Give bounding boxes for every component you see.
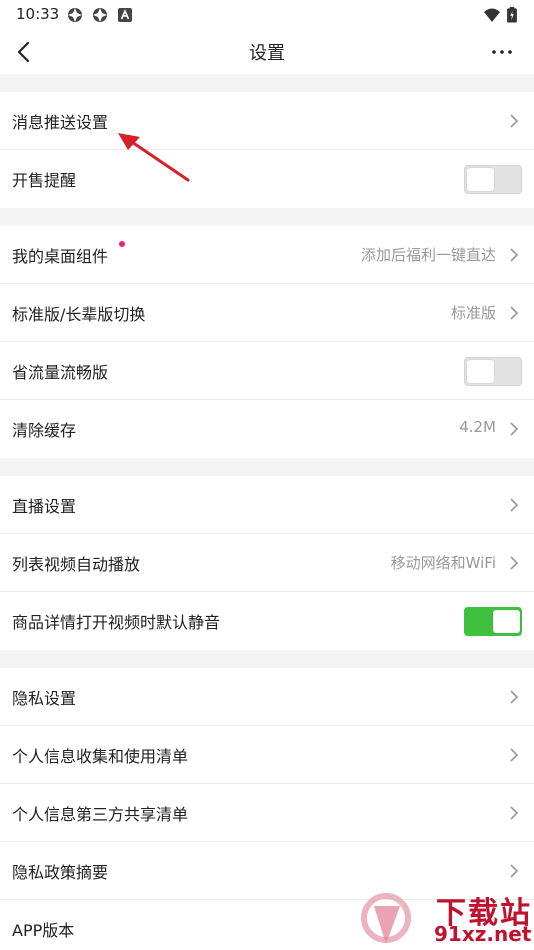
notification-icon	[93, 8, 107, 22]
push-settings-label: 消息推送设置	[12, 113, 109, 132]
mute-video-toggle[interactable]	[464, 607, 522, 636]
more-icon[interactable]	[488, 40, 516, 64]
sale-reminder-label: 开售提醒	[12, 171, 77, 190]
battery-icon	[507, 7, 517, 23]
mute-video-label: 商品详情打开视频时默认静音	[12, 613, 221, 632]
third-party-row[interactable]: 个人信息第三方共享清单	[0, 784, 534, 842]
status-bar: 10:33	[0, 0, 534, 30]
chevron-right-icon	[510, 864, 519, 878]
clear-cache-value: 4.2M	[459, 418, 496, 436]
chevron-right-icon	[510, 498, 519, 512]
desktop-widget-label: 我的桌面组件	[12, 247, 109, 266]
chevron-right-icon	[510, 806, 519, 820]
sale-reminder-row: 开售提醒	[0, 150, 534, 208]
clear-cache-label: 清除缓存	[12, 421, 77, 440]
version-switch-value: 标准版	[450, 304, 496, 322]
privacy-settings-row[interactable]: 隐私设置	[0, 668, 534, 726]
watermark-site: 91xz.net	[434, 922, 532, 946]
chevron-right-icon	[510, 248, 519, 262]
third-party-label: 个人信息第三方共享清单	[12, 805, 189, 824]
autoplay-value: 移动网络和WiFi	[390, 554, 496, 572]
chevron-right-icon	[510, 306, 519, 320]
version-switch-row[interactable]: 标准版/长辈版切换 标准版	[0, 284, 534, 342]
status-time: 10:33	[16, 5, 60, 23]
autoplay-label: 列表视频自动播放	[12, 555, 141, 574]
mute-video-row: 商品详情打开视频时默认静音	[0, 592, 534, 650]
app-notification-icon	[118, 8, 132, 22]
personal-info-row[interactable]: 个人信息收集和使用清单	[0, 726, 534, 784]
chevron-right-icon	[510, 556, 519, 570]
chevron-right-icon	[510, 690, 519, 704]
navigation-bar: 设置	[0, 30, 534, 74]
live-settings-row[interactable]: 直播设置	[0, 476, 534, 534]
privacy-policy-label: 隐私政策摘要	[12, 863, 109, 882]
data-saver-row: 省流量流畅版	[0, 342, 534, 400]
personal-info-label: 个人信息收集和使用清单	[12, 747, 189, 766]
push-settings-row[interactable]: 消息推送设置	[0, 92, 534, 150]
page-title: 设置	[249, 43, 285, 64]
toggle-knob	[467, 360, 494, 383]
data-saver-label: 省流量流畅版	[12, 363, 109, 382]
app-version-label: APP版本	[12, 921, 75, 940]
annotation-arrow-icon	[118, 133, 190, 182]
chevron-right-icon	[510, 748, 519, 762]
clear-cache-row[interactable]: 清除缓存 4.2M	[0, 400, 534, 458]
data-saver-toggle[interactable]	[464, 357, 522, 386]
toggle-knob	[467, 168, 494, 191]
wifi-icon	[484, 8, 500, 22]
chevron-right-icon	[510, 114, 519, 128]
version-switch-label: 标准版/长辈版切换	[12, 305, 146, 324]
autoplay-row[interactable]: 列表视频自动播放 移动网络和WiFi	[0, 534, 534, 592]
live-settings-label: 直播设置	[12, 497, 77, 516]
chevron-right-icon	[510, 422, 519, 436]
notification-icon	[68, 8, 82, 22]
desktop-widget-value: 添加后福利一键直达	[360, 246, 496, 264]
toggle-knob	[493, 610, 520, 633]
privacy-settings-label: 隐私设置	[12, 689, 77, 708]
new-badge-dot	[119, 241, 125, 247]
sale-reminder-toggle[interactable]	[464, 165, 522, 194]
desktop-widget-row[interactable]: 我的桌面组件 添加后福利一键直达	[0, 226, 534, 284]
